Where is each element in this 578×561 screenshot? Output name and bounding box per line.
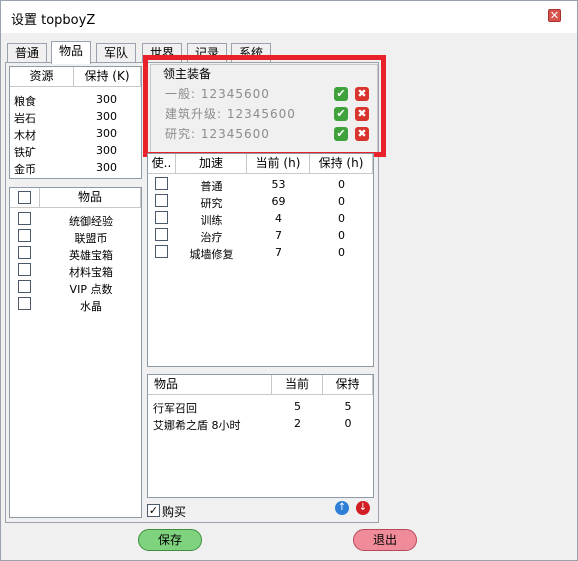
buylist-col-keep[interactable]: 保持 <box>323 375 373 395</box>
speedup-keep[interactable]: 0 <box>310 178 373 191</box>
items-col-item[interactable]: 物品 <box>40 188 141 208</box>
resources-col-keep[interactable]: 保持 (K) <box>74 67 141 87</box>
title-bar: 设置 topboyZ ✕ <box>1 1 577 33</box>
speedups-list[interactable]: 使.. 加速 当前 (h) 保持 (h) 普通 53 0 研究 69 0 训练 … <box>147 153 374 367</box>
highlight-frame <box>143 55 386 157</box>
items-select-all-checkbox[interactable] <box>18 191 31 204</box>
save-button[interactable]: 保存 <box>138 529 202 551</box>
tab-army[interactable]: 军队 <box>96 43 137 63</box>
speedup-keep[interactable]: 0 <box>310 195 373 208</box>
buy-list[interactable]: 物品 当前 保持 行军召回 5 5 艾娜希之盾 8小时 2 0 <box>147 374 374 498</box>
speedup-current: 4 <box>275 212 282 225</box>
tab-items[interactable]: 物品 <box>51 41 92 64</box>
speedup-checkbox[interactable] <box>155 211 168 224</box>
speedup-current: 53 <box>271 178 286 191</box>
items-list[interactable]: 物品 统御经验 联盟币 英雄宝箱 材料宝箱 VIP 点数 水晶 <box>9 187 142 518</box>
resource-name: 木材 <box>14 129 36 142</box>
buylist-item-keep[interactable]: 5 <box>323 400 373 413</box>
tab-general[interactable]: 普通 <box>7 43 48 63</box>
speedup-checkbox[interactable] <box>155 177 168 190</box>
buylist-item-current: 5 <box>294 400 301 413</box>
resource-name: 铁矿 <box>14 146 36 159</box>
items-col-check[interactable] <box>10 188 40 208</box>
speedups-col-use[interactable]: 使.. <box>148 154 176 174</box>
buylist-item-name: 行军召回 <box>153 402 197 415</box>
buylist-item-name: 艾娜希之盾 8小时 <box>153 419 241 432</box>
speedup-keep[interactable]: 0 <box>310 229 373 242</box>
speedup-name: 城墙修复 <box>189 248 234 261</box>
resource-name: 粮食 <box>14 95 36 108</box>
speedup-keep[interactable]: 0 <box>310 212 373 225</box>
buylist-item-current: 2 <box>294 417 301 430</box>
window-title: 设置 topboyZ <box>11 13 96 28</box>
resource-name: 金币 <box>14 163 36 176</box>
move-down-icon[interactable]: ↓ <box>356 501 370 515</box>
buylist-col-current[interactable]: 当前 <box>272 375 323 395</box>
speedup-name: 研究 <box>200 197 223 210</box>
exit-button[interactable]: 退出 <box>353 529 417 551</box>
resource-name: 岩石 <box>14 112 36 125</box>
settings-window: 设置 topboyZ ✕ 普通 物品 军队 世界 记录 系统 资源 保持 (K)… <box>0 0 578 561</box>
speedups-col-current[interactable]: 当前 (h) <box>247 154 310 174</box>
close-icon[interactable]: ✕ <box>548 9 561 22</box>
speedup-current: 7 <box>275 246 282 259</box>
move-up-icon[interactable]: ↑ <box>335 501 349 515</box>
buy-checkbox-label: 购买 <box>162 505 187 519</box>
speedup-current: 7 <box>275 229 282 242</box>
buylist-col-item[interactable]: 物品 <box>148 375 272 395</box>
speedup-name: 训练 <box>200 214 223 227</box>
resources-list[interactable]: 资源 保持 (K) 粮食 300 岩石 300 木材 300 铁矿 300 金币… <box>9 66 142 179</box>
speedups-col-keep[interactable]: 保持 (h) <box>310 154 373 174</box>
buylist-item-keep[interactable]: 0 <box>323 417 373 430</box>
speedup-checkbox[interactable] <box>155 228 168 241</box>
resource-keep[interactable]: 300 <box>96 161 117 174</box>
resource-keep[interactable]: 300 <box>96 93 117 106</box>
speedup-name: 普通 <box>200 180 223 193</box>
speedup-checkbox[interactable] <box>155 194 168 207</box>
speedup-keep[interactable]: 0 <box>310 246 373 259</box>
resource-keep[interactable]: 300 <box>96 110 117 123</box>
resources-col-resource[interactable]: 资源 <box>10 67 74 87</box>
speedup-current: 69 <box>271 195 286 208</box>
speedup-name: 治疗 <box>200 231 223 244</box>
resource-keep[interactable]: 300 <box>96 144 117 157</box>
speedup-checkbox[interactable] <box>155 245 168 258</box>
speedups-col-speedup[interactable]: 加速 <box>176 154 247 174</box>
resource-keep[interactable]: 300 <box>96 127 117 140</box>
buy-checkbox[interactable]: ✓ <box>147 504 160 517</box>
